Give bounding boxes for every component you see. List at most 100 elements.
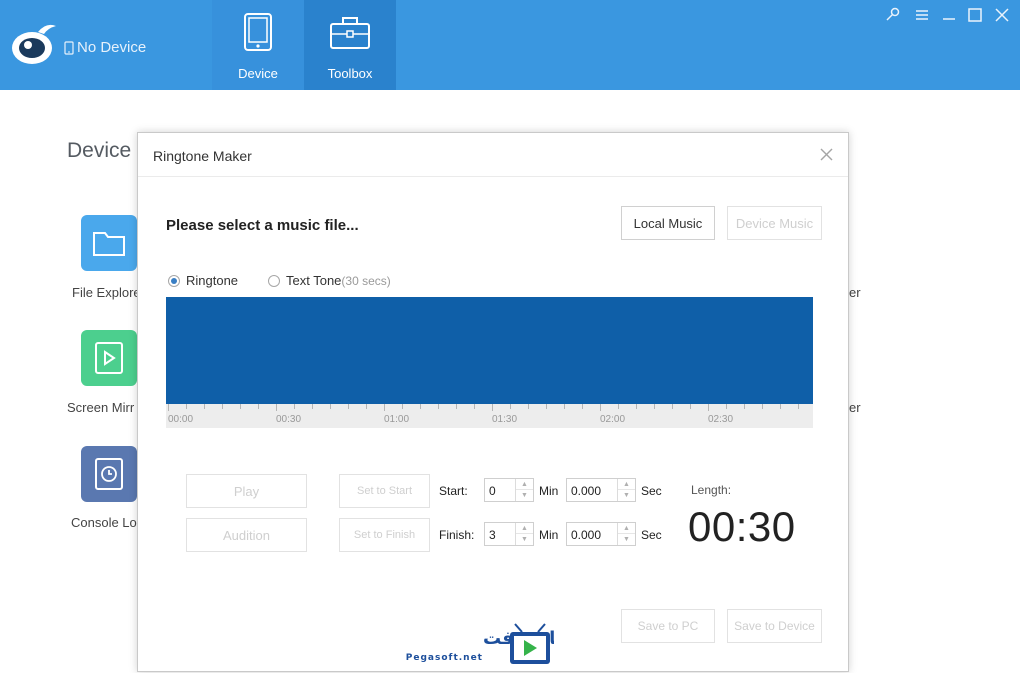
dialog-header: Ringtone Maker [138, 133, 848, 177]
device-status: No Device [64, 39, 146, 56]
timeline-tick [348, 404, 349, 409]
timeline-label: 02:00 [600, 414, 626, 425]
spin-up-icon[interactable]: ▲ [618, 479, 635, 490]
timeline-tick [726, 404, 727, 409]
screen-mirror-label: Screen Mirr [67, 400, 135, 415]
tab-toolbox[interactable]: Toolbox [304, 0, 396, 90]
set-to-finish-button[interactable]: Set to Finish [339, 518, 430, 552]
finish-min-unit: Min [539, 528, 559, 542]
console-log-label: Console Lo [71, 515, 137, 530]
svg-text:Pegasoft.net: Pegasoft.net [406, 653, 483, 663]
timeline-tick [366, 404, 367, 409]
timeline-tick [582, 404, 583, 409]
right-tool-label-fragment: er [849, 400, 861, 415]
tab-toolbox-label: Toolbox [327, 66, 373, 81]
minimize-icon[interactable] [940, 6, 958, 24]
device-status-text: No Device [77, 39, 147, 56]
audition-button[interactable]: Audition [186, 518, 307, 552]
clock-icon [95, 458, 123, 490]
timeline-tick [168, 404, 169, 411]
tab-device-label: Device [238, 66, 278, 81]
ringtone-maker-dialog: Ringtone Maker Please select a music fil… [137, 132, 849, 672]
screen-mirror-tile[interactable] [81, 330, 137, 386]
top-bar: No Device Device Toolbox [0, 0, 1020, 90]
right-tool-label-fragment: er [849, 285, 861, 300]
app-logo [12, 24, 56, 64]
toolbox-icon [330, 17, 370, 49]
timeline-tick [798, 404, 799, 409]
spin-down-icon[interactable]: ▼ [618, 534, 635, 545]
timeline-tick [330, 404, 331, 409]
timeline-tick [240, 404, 241, 409]
timeline[interactable]: 00:00 00:30 01:00 01:30 02:00 02:30 [166, 404, 813, 428]
finish-min-stepper[interactable]: 3 ▲ ▼ [484, 522, 534, 546]
folder-icon [93, 232, 125, 256]
close-icon[interactable] [819, 147, 834, 162]
timeline-tick [474, 404, 475, 409]
radio-dot [268, 274, 280, 287]
timeline-tick [222, 404, 223, 409]
timeline-tick [186, 404, 187, 409]
spin-down-icon[interactable]: ▼ [516, 534, 533, 545]
timeline-tick [276, 404, 277, 411]
timeline-label: 00:00 [168, 414, 194, 425]
finish-sec-unit: Sec [641, 528, 662, 542]
save-to-device-button[interactable]: Save to Device [727, 609, 822, 643]
waveform-area[interactable] [166, 297, 813, 404]
start-min-stepper[interactable]: 0 ▲ ▼ [484, 478, 534, 502]
text-tone-radio[interactable]: Text Tone (30 secs) [268, 273, 391, 288]
timeline-tick [420, 404, 421, 409]
pin-icon[interactable] [884, 6, 902, 24]
file-explorer-label: File Explore [72, 285, 141, 300]
dialog-title: Ringtone Maker [153, 148, 252, 164]
text-tone-hint: (30 secs) [341, 273, 391, 288]
timeline-tick [204, 404, 205, 409]
timeline-tick [258, 404, 259, 409]
watermark-logo: بيجا سوفت Pegasoft.net [406, 623, 554, 664]
timeline-tick [780, 404, 781, 409]
device-music-button[interactable]: Device Music [727, 206, 822, 240]
maximize-icon[interactable] [966, 6, 984, 24]
text-tone-radio-label: Text Tone [286, 273, 342, 288]
play-icon [95, 342, 123, 374]
save-to-pc-button[interactable]: Save to PC [621, 609, 715, 643]
start-label: Start: [439, 484, 468, 498]
page-title: Device [67, 139, 132, 162]
finish-sec-value: 0.000 [571, 528, 602, 542]
ringtone-radio[interactable]: Ringtone [168, 273, 238, 288]
spin-down-icon[interactable]: ▼ [618, 490, 635, 501]
ringtone-radio-label: Ringtone [186, 273, 239, 288]
timeline-tick [384, 404, 385, 411]
length-value: 00:30 [688, 503, 796, 550]
play-button[interactable]: Play [186, 474, 307, 508]
start-sec-value: 0.000 [571, 484, 602, 498]
set-to-start-button[interactable]: Set to Start [339, 474, 430, 508]
length-label: Length: [691, 483, 732, 497]
tab-device[interactable]: Device [212, 0, 304, 90]
menu-icon[interactable] [913, 6, 931, 24]
phone-icon [64, 40, 74, 55]
finish-sec-stepper[interactable]: 0.000 ▲ ▼ [566, 522, 636, 546]
spin-down-icon[interactable]: ▼ [516, 490, 533, 501]
file-explorer-tile[interactable] [81, 215, 137, 271]
timeline-tick [312, 404, 313, 409]
close-window-icon[interactable] [993, 6, 1011, 24]
timeline-tick [528, 404, 529, 409]
timeline-tick [510, 404, 511, 409]
timeline-tick [672, 404, 673, 409]
spin-up-icon[interactable]: ▲ [516, 523, 533, 534]
timeline-label: 01:30 [492, 414, 518, 425]
console-log-tile[interactable] [81, 446, 137, 502]
start-min-value: 0 [489, 484, 496, 498]
timeline-tick [762, 404, 763, 409]
local-music-button[interactable]: Local Music [621, 206, 715, 240]
spin-up-icon[interactable]: ▲ [618, 523, 635, 534]
tablet-icon [244, 13, 272, 51]
timeline-label: 02:30 [708, 414, 734, 425]
start-sec-stepper[interactable]: 0.000 ▲ ▼ [566, 478, 636, 502]
select-file-prompt: Please select a music file... [166, 217, 359, 234]
spin-up-icon[interactable]: ▲ [516, 479, 533, 490]
timeline-tick [564, 404, 565, 409]
timeline-tick [492, 404, 493, 411]
start-sec-unit: Sec [641, 484, 662, 498]
